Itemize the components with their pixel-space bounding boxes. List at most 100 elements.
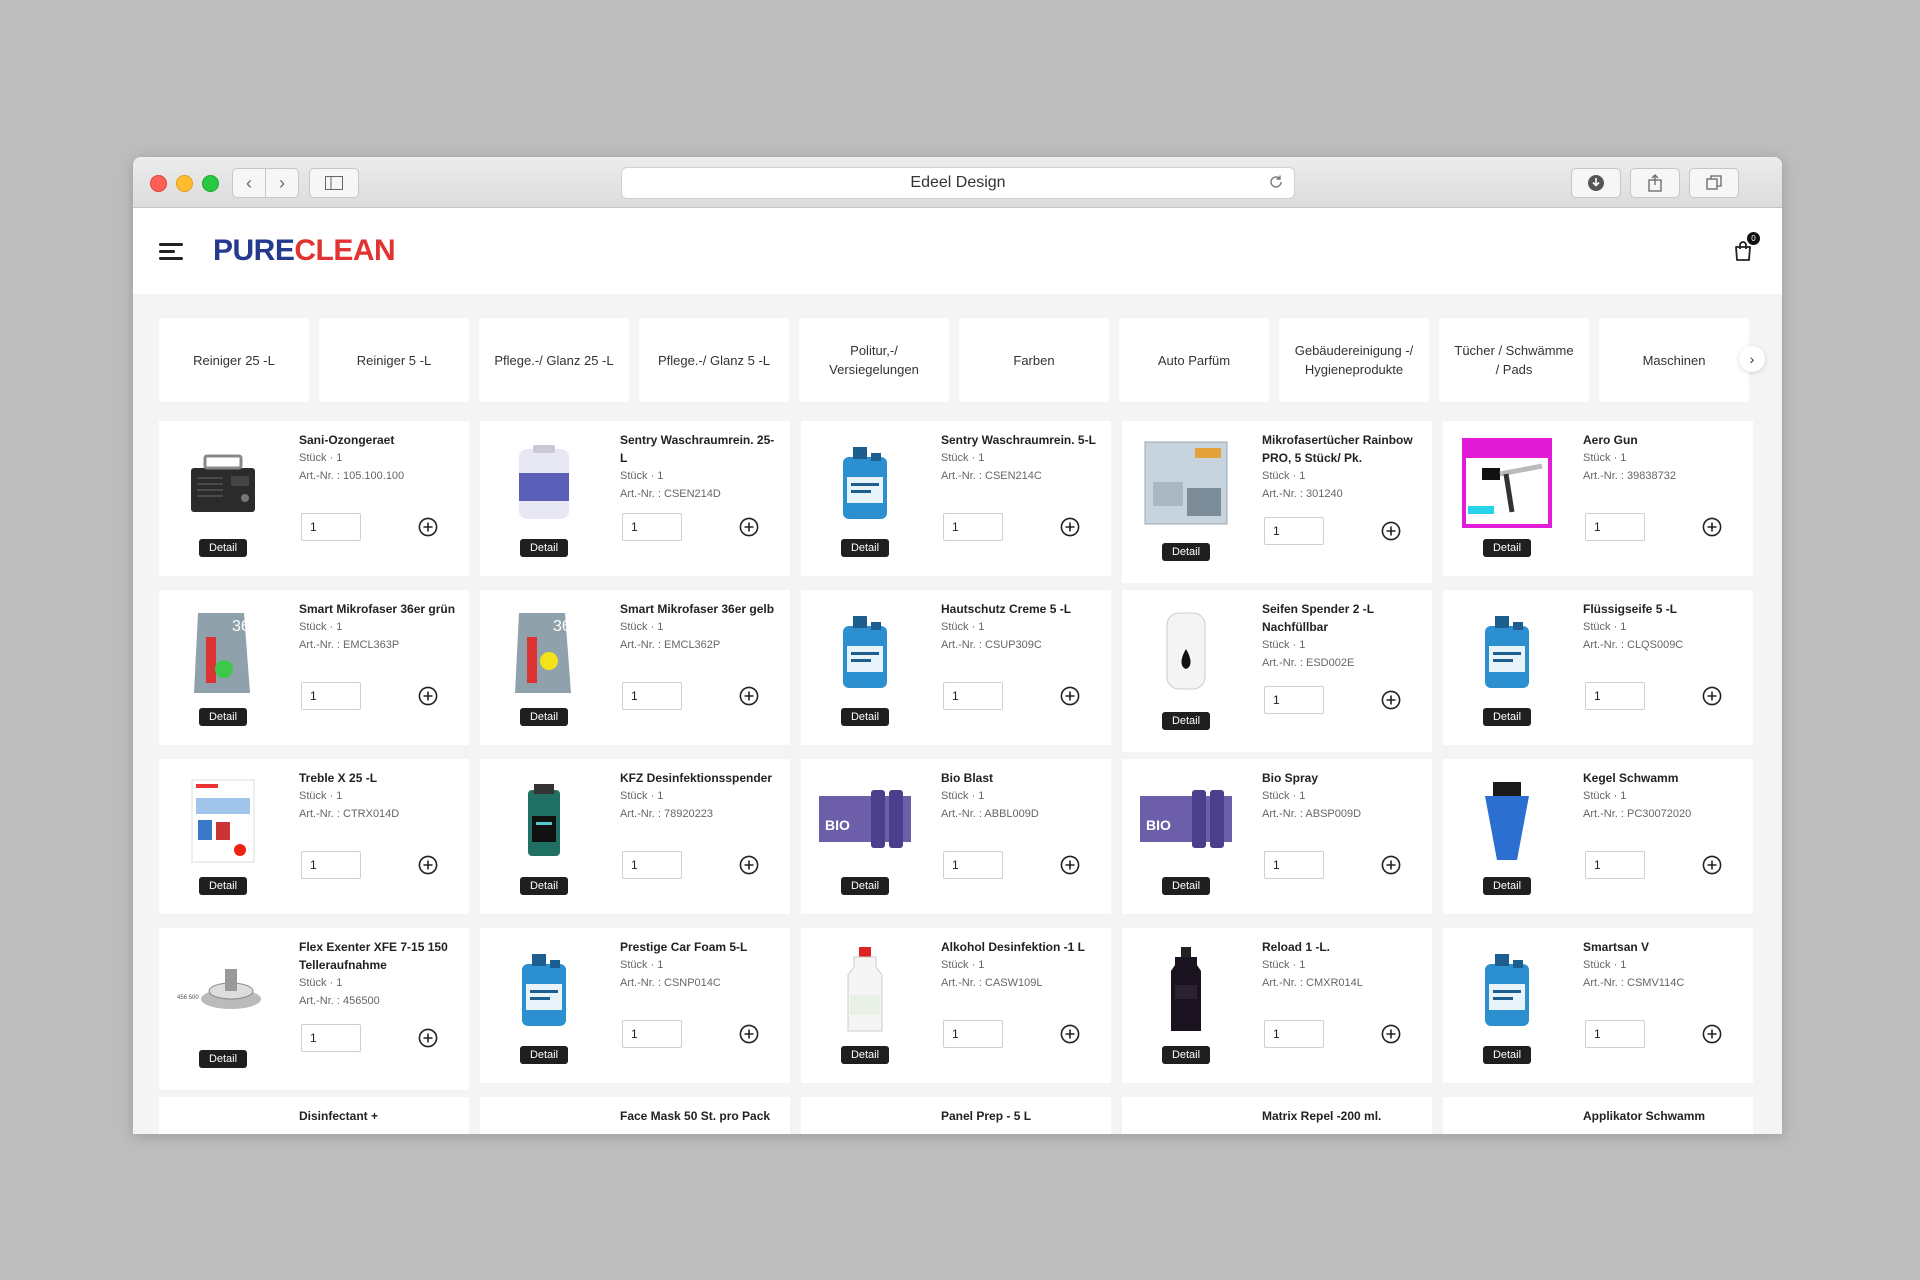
product-name[interactable]: Smart Mikrofaser 36er gelb (620, 600, 780, 618)
address-bar[interactable]: Edeel Design (621, 167, 1295, 199)
quantity-input[interactable]: 1 (622, 513, 682, 541)
category-tile[interactable]: Reiniger 25 -L (159, 318, 309, 402)
product-image[interactable] (1457, 604, 1557, 704)
add-to-cart-icon[interactable] (418, 1028, 438, 1048)
add-to-cart-icon[interactable] (739, 1024, 759, 1044)
category-tile[interactable]: Pflege.-/ Glanz 5 -L (639, 318, 789, 402)
product-image[interactable] (815, 435, 915, 535)
quantity-input[interactable]: 1 (1585, 682, 1645, 710)
product-name[interactable]: Kegel Schwamm (1583, 769, 1743, 787)
product-name[interactable]: Smart Mikrofaser 36er grün (299, 600, 459, 618)
product-name[interactable]: Treble X 25 -L (299, 769, 459, 787)
detail-button[interactable]: Detail (199, 1050, 247, 1068)
product-image[interactable] (1136, 942, 1236, 1042)
category-tile[interactable]: Reiniger 5 -L (319, 318, 469, 402)
product-name[interactable]: Matrix Repel -200 ml. (1262, 1107, 1422, 1125)
add-to-cart-icon[interactable] (1702, 686, 1722, 706)
detail-button[interactable]: Detail (841, 539, 889, 557)
close-window-button[interactable] (150, 175, 167, 192)
tabs-overview-button[interactable] (1689, 168, 1739, 198)
add-to-cart-icon[interactable] (1702, 855, 1722, 875)
detail-button[interactable]: Detail (1483, 877, 1531, 895)
product-name[interactable]: Reload 1 -L. (1262, 938, 1422, 956)
product-image[interactable] (1457, 942, 1557, 1042)
detail-button[interactable]: Detail (520, 539, 568, 557)
minimize-window-button[interactable] (176, 175, 193, 192)
product-name[interactable]: Hautschutz Creme 5 -L (941, 600, 1101, 618)
add-to-cart-icon[interactable] (418, 855, 438, 875)
category-tile[interactable]: Politur,-/ Versiegelungen (799, 318, 949, 402)
quantity-input[interactable]: 1 (1264, 1020, 1324, 1048)
product-name[interactable]: Alkohol Desinfektion -1 L (941, 938, 1101, 956)
add-to-cart-icon[interactable] (1702, 517, 1722, 537)
add-to-cart-icon[interactable] (1381, 521, 1401, 541)
product-name[interactable]: Smartsan V (1583, 938, 1743, 956)
forward-button[interactable]: › (265, 169, 298, 197)
product-image[interactable] (815, 604, 915, 704)
product-image[interactable]: 456 500 (173, 942, 273, 1042)
share-button[interactable] (1630, 168, 1680, 198)
quantity-input[interactable]: 1 (301, 851, 361, 879)
quantity-input[interactable]: 1 (1264, 686, 1324, 714)
add-to-cart-icon[interactable] (1381, 855, 1401, 875)
detail-button[interactable]: Detail (520, 1046, 568, 1064)
product-image[interactable] (1136, 604, 1236, 704)
zoom-window-button[interactable] (202, 175, 219, 192)
quantity-input[interactable]: 1 (301, 513, 361, 541)
product-name[interactable]: KFZ Desinfektionsspender (620, 769, 780, 787)
product-name[interactable]: Applikator Schwamm (1583, 1107, 1743, 1125)
menu-icon[interactable] (159, 243, 183, 261)
product-name[interactable]: Disinfectant + (299, 1107, 459, 1125)
product-name[interactable]: Face Mask 50 St. pro Pack (620, 1107, 780, 1125)
product-name[interactable]: Mikrofasertücher Rainbow PRO, 5 Stück/ P… (1262, 431, 1422, 467)
detail-button[interactable]: Detail (1483, 708, 1531, 726)
product-image[interactable]: BIO (815, 773, 915, 873)
detail-button[interactable]: Detail (841, 708, 889, 726)
add-to-cart-icon[interactable] (739, 517, 759, 537)
product-image[interactable] (1136, 435, 1236, 535)
product-image[interactable]: 36 (173, 604, 273, 704)
product-image[interactable] (494, 435, 594, 535)
product-name[interactable]: Prestige Car Foam 5-L (620, 938, 780, 956)
add-to-cart-icon[interactable] (739, 855, 759, 875)
detail-button[interactable]: Detail (199, 539, 247, 557)
quantity-input[interactable]: 1 (622, 1020, 682, 1048)
category-tile[interactable]: Auto Parfüm (1119, 318, 1269, 402)
quantity-input[interactable]: 1 (301, 1024, 361, 1052)
product-image[interactable] (173, 773, 273, 873)
product-name[interactable]: Panel Prep - 5 L (941, 1107, 1101, 1125)
add-to-cart-icon[interactable] (1702, 1024, 1722, 1044)
category-next-button[interactable]: › (1739, 346, 1765, 372)
product-image[interactable] (1457, 435, 1557, 535)
product-image[interactable] (1457, 773, 1557, 873)
product-name[interactable]: Seifen Spender 2 -L Nachfüllbar (1262, 600, 1422, 636)
add-to-cart-icon[interactable] (418, 517, 438, 537)
back-button[interactable]: ‹ (233, 169, 265, 197)
category-tile[interactable]: Pflege.-/ Glanz 25 -L (479, 318, 629, 402)
quantity-input[interactable]: 1 (1264, 851, 1324, 879)
product-image[interactable] (173, 435, 273, 535)
product-image[interactable]: 36 (494, 604, 594, 704)
product-name[interactable]: Bio Spray (1262, 769, 1422, 787)
detail-button[interactable]: Detail (1162, 877, 1210, 895)
detail-button[interactable]: Detail (1162, 543, 1210, 561)
product-name[interactable]: Sentry Waschraumrein. 25-L (620, 431, 780, 467)
quantity-input[interactable]: 1 (1585, 851, 1645, 879)
quantity-input[interactable]: 1 (943, 1020, 1003, 1048)
detail-button[interactable]: Detail (1483, 1046, 1531, 1064)
detail-button[interactable]: Detail (520, 877, 568, 895)
category-tile[interactable]: Maschinen (1599, 318, 1749, 402)
sidebar-toggle-button[interactable] (309, 168, 359, 198)
product-name[interactable]: Aero Gun (1583, 431, 1743, 449)
quantity-input[interactable]: 1 (1264, 517, 1324, 545)
add-to-cart-icon[interactable] (418, 686, 438, 706)
add-to-cart-icon[interactable] (739, 686, 759, 706)
add-to-cart-icon[interactable] (1381, 690, 1401, 710)
product-image[interactable] (494, 773, 594, 873)
detail-button[interactable]: Detail (1162, 1046, 1210, 1064)
category-tile[interactable]: Gebäudereinigung -/ Hygieneprodukte (1279, 318, 1429, 402)
detail-button[interactable]: Detail (841, 1046, 889, 1064)
add-to-cart-icon[interactable] (1060, 855, 1080, 875)
add-to-cart-icon[interactable] (1060, 686, 1080, 706)
product-name[interactable]: Sentry Waschraumrein. 5-L (941, 431, 1101, 449)
